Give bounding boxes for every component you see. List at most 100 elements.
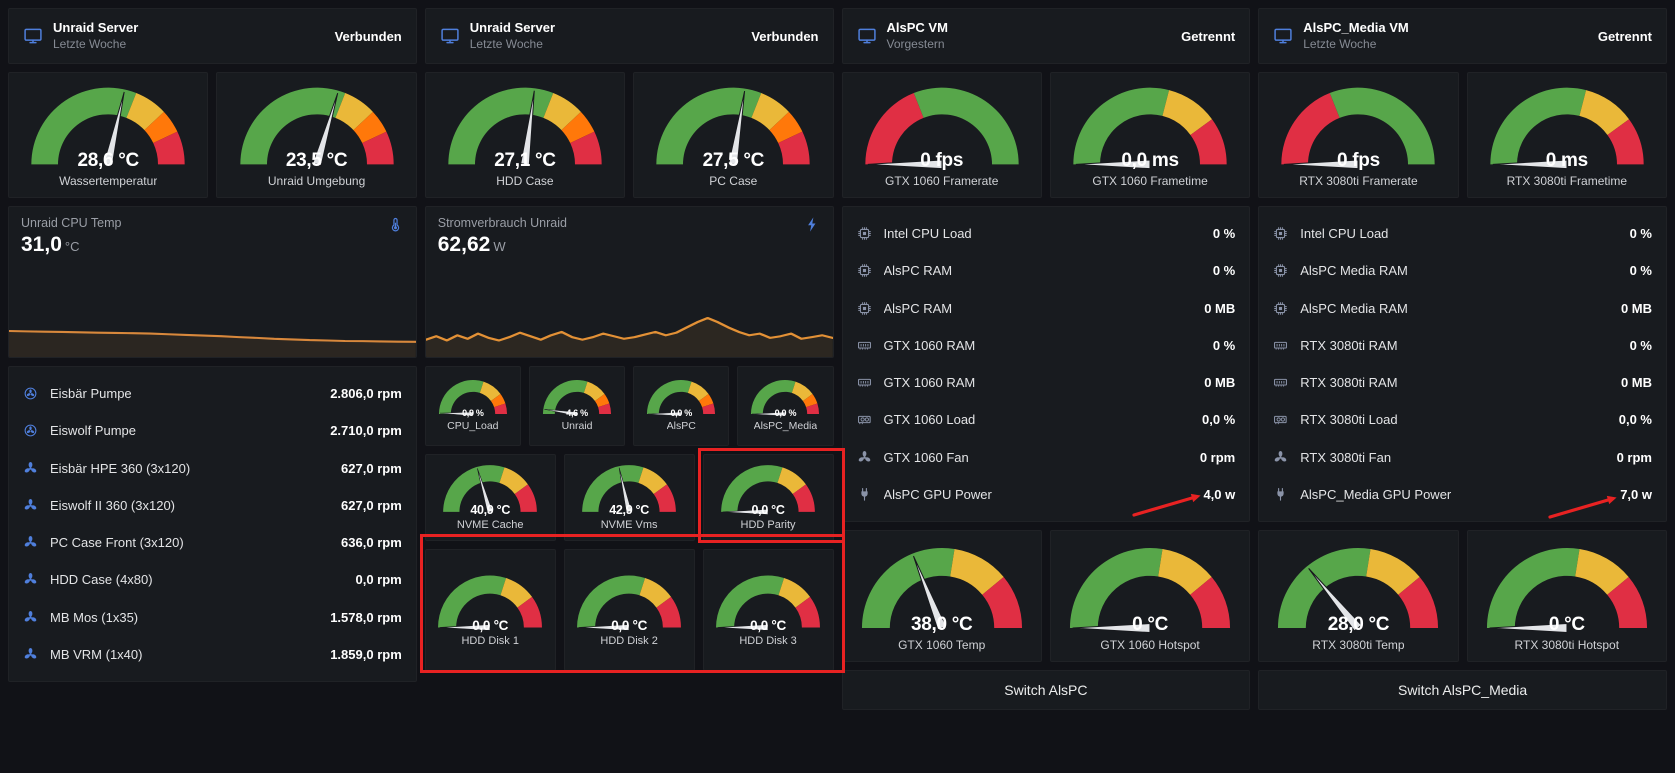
connection-status: Verbunden <box>751 28 819 44</box>
hdd-disk-1-gauge: 0,0 °C <box>433 571 547 633</box>
gtx-temp-gauge: 38,0 °C <box>855 541 1029 635</box>
gauge-value: 0 fps <box>1337 150 1380 171</box>
gauge-label: NVME Cache <box>456 519 524 531</box>
monitor-icon <box>1273 26 1293 46</box>
pump-icon <box>23 423 38 438</box>
panel-gtx-temp: 38,0 °C GTX 1060 Temp <box>841 530 1042 662</box>
panel-gtx-framerate: 0 fps GTX 1060 Framerate <box>841 72 1042 198</box>
list-item: RTX 3080ti RAM 0 % <box>1273 338 1652 353</box>
gauge-value: 0,9 % <box>462 408 484 418</box>
panel-gtx-frametime: 0,0 ms GTX 1060 Frametime <box>1049 72 1251 198</box>
fan-icon <box>1273 450 1288 465</box>
server-title: AlsPC_Media VM <box>1303 19 1409 35</box>
panel-cpu-load: 0,9 % CPU_Load <box>424 366 521 446</box>
gauge-label: GTX 1060 Temp <box>898 638 986 652</box>
gtx-frametime-gauge: 0,0 ms <box>1066 81 1234 171</box>
server-title: AlsPC VM <box>886 19 948 35</box>
ram-icon <box>1273 301 1288 316</box>
panel-alspc-stats: Intel CPU Load 0 % AlsPC RAM 0 % AlsPC R… <box>841 206 1251 522</box>
monitor-icon <box>23 26 43 46</box>
dashboard-grid: Unraid Server Letzte Woche Verbunden 28,… <box>0 0 1675 773</box>
gauge-label: AlsPC_Media <box>753 420 818 432</box>
panel-header-unraid-2: Unraid Server Letzte Woche Verbunden <box>424 8 834 64</box>
gpu-power-value-alspc: 4,0 w <box>1203 486 1236 502</box>
list-item: RTX 3080ti Fan 0 rpm <box>1273 450 1652 465</box>
panel-header-alspc-media: AlsPC_Media VM Letzte Woche Getrennt <box>1258 8 1667 64</box>
gauge-value: 40,9 °C <box>470 503 511 517</box>
gauge-label: GTX 1060 Framerate <box>884 174 999 188</box>
gpu-ram-icon <box>1273 375 1288 390</box>
cpu-icon <box>1273 226 1288 241</box>
list-item: RTX 3080ti Load 0,0 % <box>1273 412 1652 427</box>
power-sparkline <box>425 305 833 357</box>
gauge-label: NVME Vms <box>600 519 658 531</box>
power-icon <box>857 487 872 502</box>
gauge-value: 0 °C <box>1548 614 1585 635</box>
cpu-load-gauge: 0,9 % <box>436 377 510 418</box>
list-item: AlsPC RAM 0 MB <box>857 301 1235 316</box>
column-unraid-disks: Unraid Server Letzte Woche Verbunden 27,… <box>424 8 834 765</box>
hdd-case-gauge: 27,1 °C <box>441 81 609 171</box>
alspc-media-load-gauge: 0,0 % <box>748 377 822 418</box>
gauge-value: 0,0 °C <box>750 617 786 633</box>
connection-status: Getrennt <box>1597 28 1652 44</box>
fan-icon <box>857 450 872 465</box>
list-item: AlsPC Media RAM 0 MB <box>1273 301 1652 316</box>
chart-value: 62,62 W <box>437 233 506 256</box>
panel-alspc-media-stats: Intel CPU Load 0 % AlsPC Media RAM 0 % A… <box>1258 206 1667 522</box>
cpu-temp-sparkline <box>9 305 416 357</box>
panel-unraid-umgebung: 23,5 °C Unraid Umgebung <box>216 72 417 198</box>
list-item: Eiswolf II 360 (3x120) 627,0 rpm <box>23 498 402 513</box>
gauge-label: CPU_Load <box>447 420 499 432</box>
list-item: AlsPC Media RAM 0 % <box>1273 263 1652 278</box>
gpu-icon <box>857 412 872 427</box>
cpu-icon <box>857 226 872 241</box>
server-title: Unraid Server <box>469 19 556 35</box>
rtx-frametime-gauge: 0 ms <box>1483 81 1651 171</box>
switch-alspc-button[interactable]: Switch AlsPC <box>841 670 1251 710</box>
gauge-label: HDD Disk 2 <box>600 634 658 647</box>
panel-hdd-parity: 0,0 °C HDD Parity <box>702 454 834 541</box>
pc-case-gauge: 27,5 °C <box>649 81 817 171</box>
connection-status: Getrennt <box>1181 28 1236 44</box>
gpu-icon <box>1273 412 1288 427</box>
gpu-ram-icon <box>1273 338 1288 353</box>
list-item: GTX 1060 RAM 0 % <box>857 338 1235 353</box>
gauge-value: 0,0 °C <box>611 617 648 633</box>
list-item: AlsPC GPU Power 4,0 w <box>857 486 1236 502</box>
chart-title: Stromverbrauch Unraid <box>437 216 567 230</box>
gauge-value: 28,6 °C <box>77 150 139 171</box>
time-range: Letzte Woche <box>53 36 127 51</box>
gauge-label: RTX 3080ti Framerate <box>1299 174 1418 188</box>
ram-icon <box>857 263 872 278</box>
gpu-ram-icon <box>857 375 872 390</box>
gauge-label: HDD Disk 1 <box>461 634 519 647</box>
column-alspc-vm: AlsPC VM Vorgestern Getrennt 0 fps GTX 1… <box>841 8 1251 765</box>
switch-alspc-media-button[interactable]: Switch AlsPC_Media <box>1258 670 1667 710</box>
hdd-disk-2-gauge: 0,0 °C <box>572 571 686 633</box>
fan-icon <box>23 647 38 662</box>
list-item: MB Mos (1x35) 1.578,0 rpm <box>23 610 402 625</box>
rtx-hotspot-gauge: 0 °C <box>1480 541 1654 635</box>
panel-rtx-frametime: 0 ms RTX 3080ti Frametime <box>1466 72 1667 198</box>
panel-hdd-disk-2: 0,0 °C HDD Disk 2 <box>563 549 695 671</box>
gauge-label: HDD Parity <box>740 519 796 531</box>
panel-nvme-cache: 40,9 °C NVME Cache <box>424 454 556 541</box>
fan-icon <box>23 498 38 513</box>
list-item: AlsPC RAM 0 % <box>857 263 1235 278</box>
time-range: Letzte Woche <box>469 36 543 51</box>
panel-rtx-temp: 28,0 °C RTX 3080ti Temp <box>1258 530 1459 662</box>
panel-nvme-vms: 42,9 °C NVME Vms <box>563 454 695 541</box>
panel-alspc-load: 0,0 % AlsPC <box>633 366 730 446</box>
list-item: Eiswolf Pumpe 2.710,0 rpm <box>23 423 402 438</box>
list-item: Intel CPU Load 0 % <box>857 226 1235 241</box>
hdd-disk-3-gauge: 0,0 °C <box>711 571 825 633</box>
gpu-power-value-media: 7,0 w <box>1620 486 1652 502</box>
panel-rtx-hotspot: 0 °C RTX 3080ti Hotspot <box>1466 530 1667 662</box>
ram-icon <box>857 301 872 316</box>
panel-hdd-disk-3: 0,0 °C HDD Disk 3 <box>702 549 834 671</box>
gauge-label: Unraid Umgebung <box>267 174 366 188</box>
list-item: Eisbär Pumpe 2.806,0 rpm <box>23 386 402 401</box>
list-item: GTX 1060 Load 0,0 % <box>857 412 1235 427</box>
nvme-cache-gauge: 40,9 °C <box>439 461 541 517</box>
